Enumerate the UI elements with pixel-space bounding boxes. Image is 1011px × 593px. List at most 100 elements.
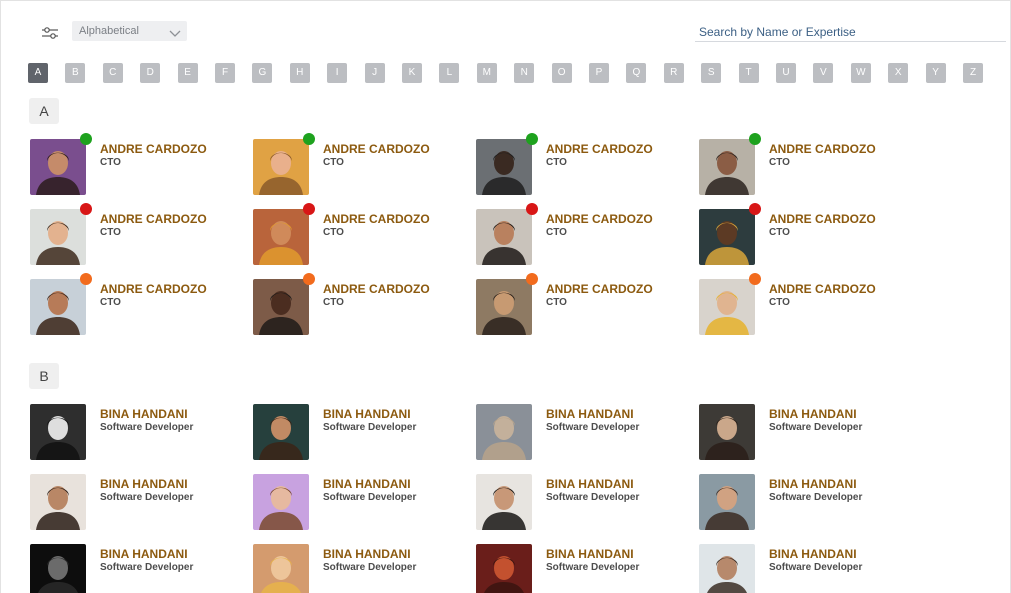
alphabet-letter-n[interactable]: N (514, 63, 535, 83)
alphabet-letter-m[interactable]: M (476, 63, 497, 83)
person-photo-icon (699, 474, 755, 530)
filter-sliders-icon[interactable] (41, 25, 59, 41)
alphabet-letter-b[interactable]: B (65, 63, 86, 83)
alphabet-letter-a[interactable]: A (28, 63, 48, 83)
person-name: ANDRE CARDOZO (546, 212, 653, 226)
alphabet-letter-p[interactable]: P (589, 63, 609, 83)
person-photo-icon (30, 544, 86, 593)
person-card[interactable]: BINA HANDANI Software Developer (476, 544, 676, 593)
person-photo-icon (253, 279, 309, 335)
person-card[interactable]: ANDRE CARDOZO CTO (30, 133, 230, 197)
alphabet-letter-z[interactable]: Z (963, 63, 983, 83)
person-card[interactable]: BINA HANDANI Software Developer (476, 404, 676, 462)
person-role: CTO (546, 227, 567, 238)
person-photo-icon (699, 139, 755, 195)
alphabet-letter-e[interactable]: E (177, 63, 198, 83)
person-role: CTO (546, 297, 567, 308)
alphabet-letter-v[interactable]: V (813, 63, 834, 83)
person-name: BINA HANDANI (769, 407, 857, 421)
person-name: ANDRE CARDOZO (546, 142, 653, 156)
person-name: BINA HANDANI (100, 547, 188, 561)
alphabet-letter-h[interactable]: H (289, 63, 310, 83)
person-photo-icon (476, 279, 532, 335)
person-card[interactable]: ANDRE CARDOZO CTO (699, 133, 899, 197)
alphabet-letter-f[interactable]: F (215, 63, 235, 83)
person-name: BINA HANDANI (546, 477, 634, 491)
alphabet-letter-u[interactable]: U (776, 63, 796, 83)
person-card[interactable]: ANDRE CARDOZO CTO (476, 203, 676, 267)
person-photo-icon (253, 474, 309, 530)
alphabet-letter-q[interactable]: Q (626, 63, 647, 83)
person-card[interactable]: ANDRE CARDOZO CTO (253, 273, 453, 337)
search-input[interactable] (695, 23, 1006, 41)
status-away-icon (749, 273, 761, 285)
alphabet-letter-c[interactable]: C (102, 63, 123, 83)
person-role: Software Developer (100, 562, 194, 573)
person-card[interactable]: ANDRE CARDOZO CTO (476, 273, 676, 337)
alphabet-letter-k[interactable]: K (402, 63, 422, 83)
person-role: Software Developer (100, 492, 194, 503)
person-card[interactable]: ANDRE CARDOZO CTO (699, 203, 899, 267)
person-photo-icon (476, 139, 532, 195)
section-header-a: A (29, 98, 59, 124)
alphabet-letter-r[interactable]: R (663, 63, 684, 83)
alphabet-letter-s[interactable]: S (701, 63, 722, 83)
person-card[interactable]: ANDRE CARDOZO CTO (253, 133, 453, 197)
person-role: Software Developer (323, 562, 417, 573)
alphabet-letter-y[interactable]: Y (925, 63, 946, 83)
person-card[interactable]: ANDRE CARDOZO CTO (30, 203, 230, 267)
person-role: CTO (546, 157, 567, 168)
person-card[interactable]: ANDRE CARDOZO CTO (699, 273, 899, 337)
person-card[interactable]: BINA HANDANI Software Developer (253, 404, 453, 462)
person-photo-icon (30, 404, 86, 460)
person-card[interactable]: BINA HANDANI Software Developer (699, 544, 899, 593)
person-name: BINA HANDANI (323, 407, 411, 421)
person-card[interactable]: BINA HANDANI Software Developer (30, 404, 230, 462)
person-role: Software Developer (546, 422, 640, 433)
alphabet-letter-g[interactable]: G (252, 63, 273, 83)
person-card[interactable]: BINA HANDANI Software Developer (476, 474, 676, 532)
person-role: Software Developer (546, 562, 640, 573)
person-photo-icon (476, 404, 532, 460)
person-role: Software Developer (769, 562, 863, 573)
person-card[interactable]: BINA HANDANI Software Developer (30, 544, 230, 593)
alphabet-letter-d[interactable]: D (140, 63, 161, 83)
chevron-down-icon (169, 25, 181, 37)
person-name: ANDRE CARDOZO (100, 212, 207, 226)
alphabet-letter-i[interactable]: I (327, 63, 348, 83)
person-role: Software Developer (100, 422, 194, 433)
person-card[interactable]: BINA HANDANI Software Developer (253, 544, 453, 593)
person-name: BINA HANDANI (546, 407, 634, 421)
person-card[interactable]: BINA HANDANI Software Developer (253, 474, 453, 532)
alphabet-letter-l[interactable]: L (439, 63, 460, 83)
person-card[interactable]: BINA HANDANI Software Developer (699, 404, 899, 462)
person-card[interactable]: BINA HANDANI Software Developer (30, 474, 230, 532)
person-photo-icon (699, 209, 755, 265)
person-name: ANDRE CARDOZO (100, 142, 207, 156)
person-card[interactable]: BINA HANDANI Software Developer (699, 474, 899, 532)
alphabet-letter-t[interactable]: T (738, 63, 759, 83)
person-name: ANDRE CARDOZO (769, 142, 876, 156)
person-card[interactable]: ANDRE CARDOZO CTO (476, 133, 676, 197)
person-name: BINA HANDANI (323, 547, 411, 561)
person-name: BINA HANDANI (769, 547, 857, 561)
status-online-icon (303, 133, 315, 145)
person-card[interactable]: ANDRE CARDOZO CTO (30, 273, 230, 337)
person-photo-icon (253, 404, 309, 460)
alphabet-letter-x[interactable]: X (888, 63, 909, 83)
alphabet-letter-j[interactable]: J (364, 63, 385, 83)
sort-dropdown[interactable]: Alphabetical (72, 21, 187, 41)
status-away-icon (303, 273, 315, 285)
section-header-b: B (29, 363, 59, 389)
alphabet-letter-o[interactable]: O (551, 63, 572, 83)
alphabet-letter-w[interactable]: W (850, 63, 871, 83)
person-card[interactable]: ANDRE CARDOZO CTO (253, 203, 453, 267)
person-role: CTO (769, 297, 790, 308)
person-role: CTO (769, 227, 790, 238)
person-name: ANDRE CARDOZO (323, 142, 430, 156)
person-role: CTO (100, 297, 121, 308)
person-name: ANDRE CARDOZO (769, 212, 876, 226)
search-field (695, 23, 1006, 42)
person-role: CTO (323, 297, 344, 308)
status-away-icon (80, 273, 92, 285)
